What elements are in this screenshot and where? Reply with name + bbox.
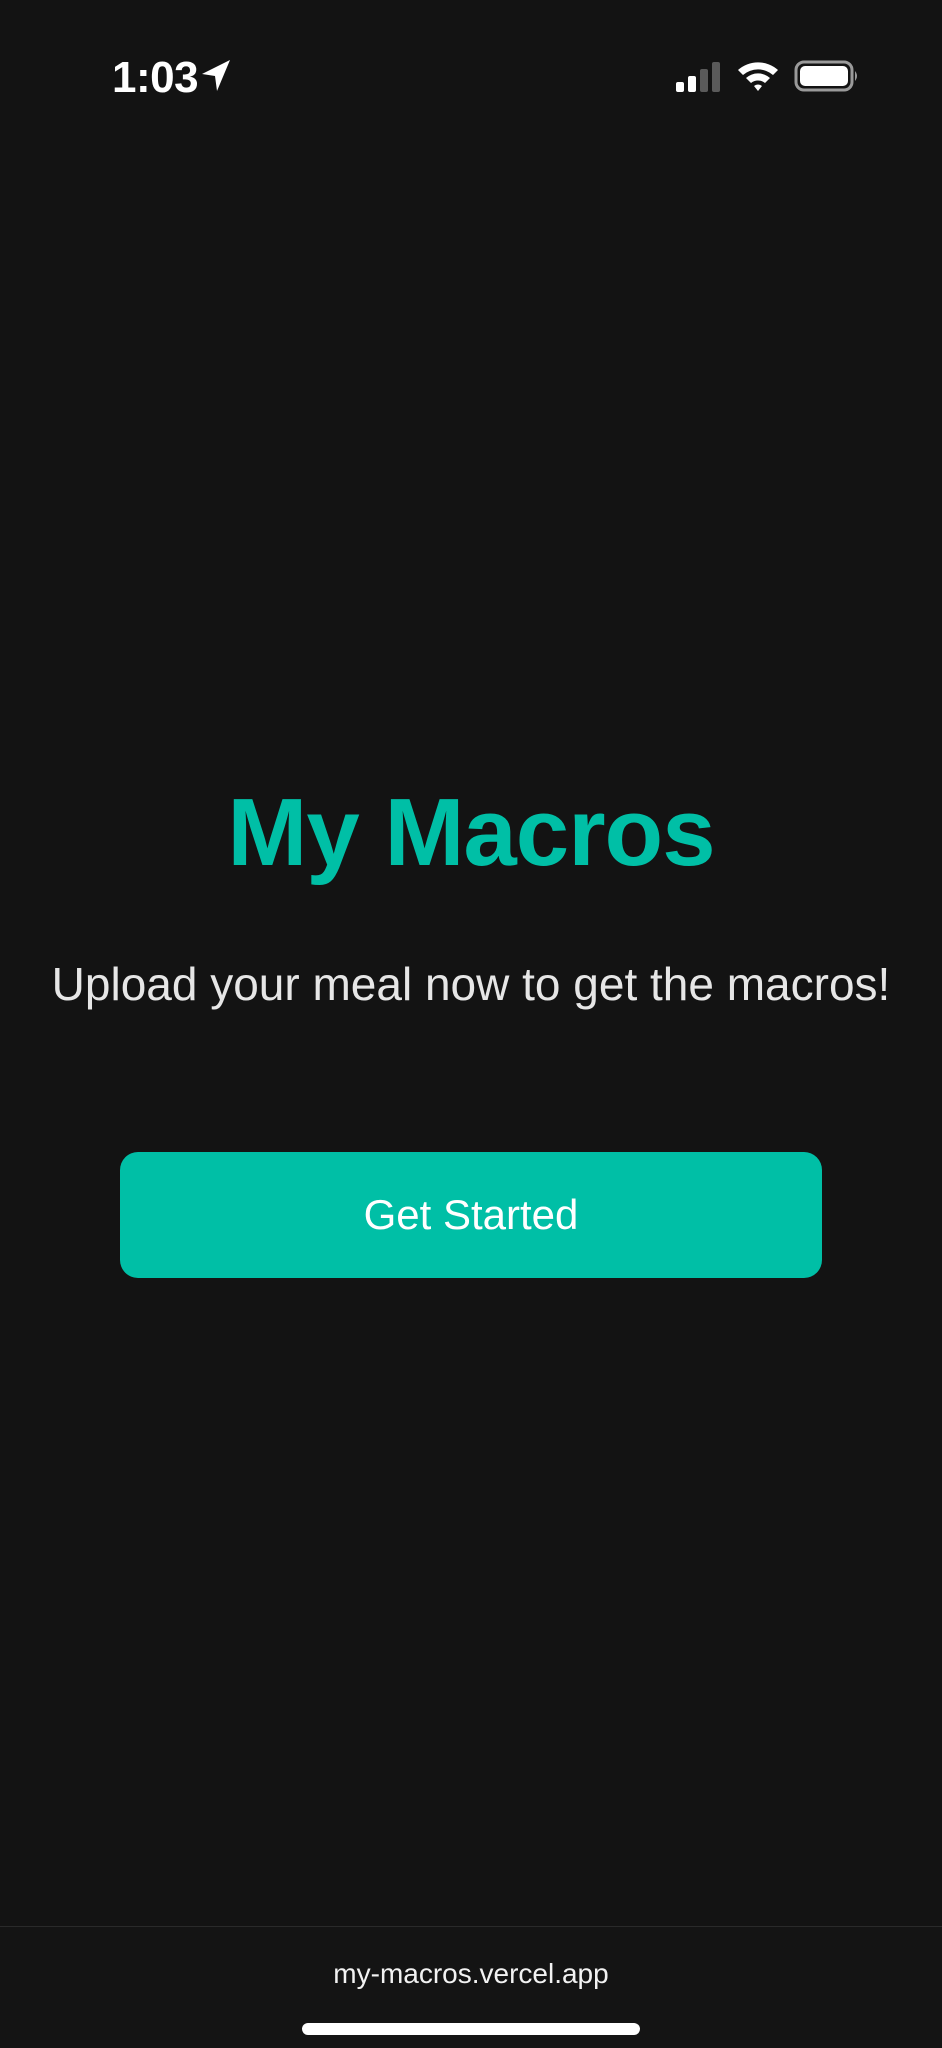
wifi-icon (736, 58, 780, 94)
status-bar: 1:03 (0, 0, 942, 150)
battery-icon (794, 58, 860, 94)
app-title: My Macros (227, 779, 715, 886)
cellular-signal-icon (674, 60, 722, 94)
home-indicator[interactable] (302, 2023, 640, 2035)
get-started-button[interactable]: Get Started (120, 1152, 822, 1278)
browser-address-bar[interactable]: my-macros.vercel.app (0, 1926, 942, 2048)
url-label[interactable]: my-macros.vercel.app (0, 1957, 942, 1991)
location-arrow-icon (200, 58, 232, 94)
subtitle: Upload your meal now to get the macros! (51, 958, 891, 1010)
status-time: 1:03 (112, 53, 199, 102)
